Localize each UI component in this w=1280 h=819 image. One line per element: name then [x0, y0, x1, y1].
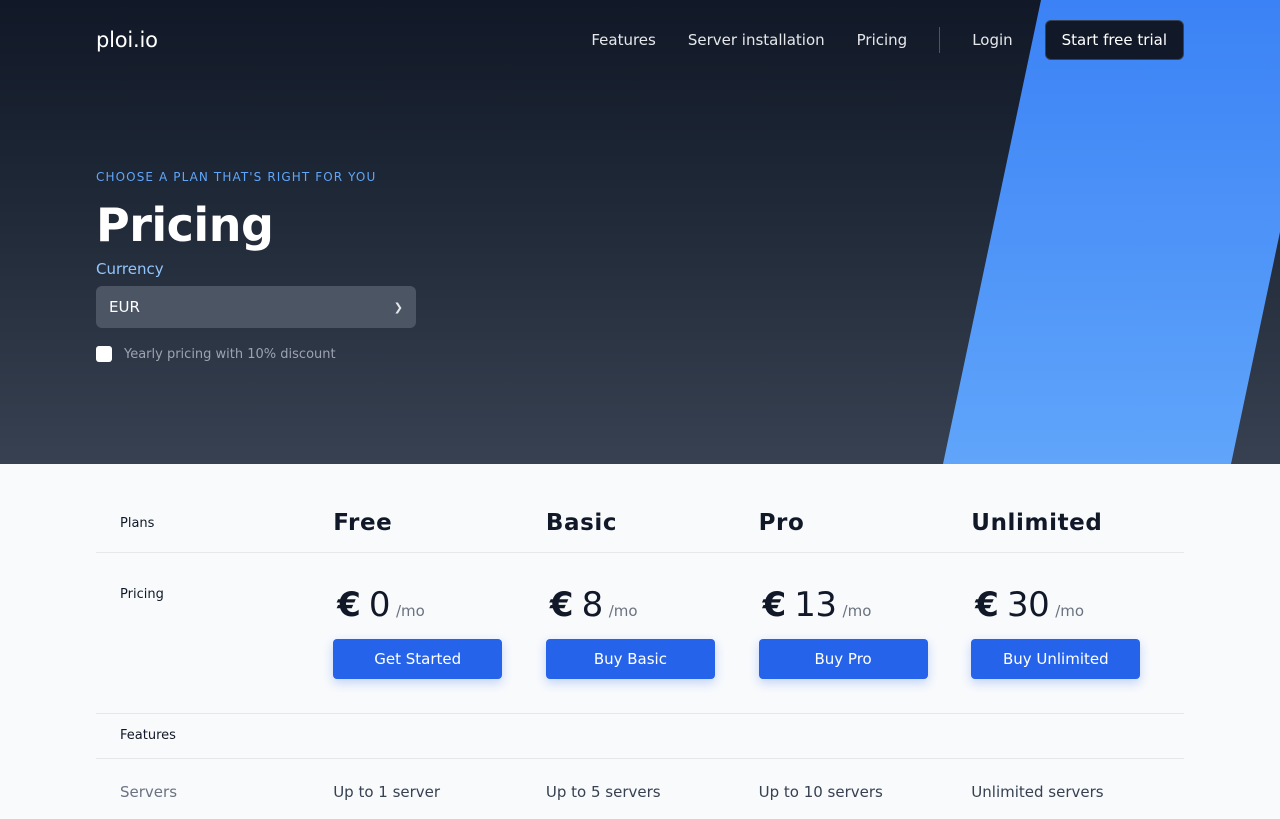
- yearly-pricing-label[interactable]: Yearly pricing with 10% discount: [124, 347, 336, 362]
- page-title: Pricing: [96, 198, 274, 252]
- currency-symbol: €: [337, 585, 361, 625]
- price-period: /mo: [396, 602, 425, 620]
- servers-free: Up to 1 server: [333, 783, 441, 801]
- hero-eyebrow: Choose a plan that's right for you: [96, 170, 377, 184]
- plan-name-basic: Basic: [545, 510, 618, 536]
- buy-pro-button[interactable]: Buy Pro: [758, 639, 928, 679]
- plan-pro-pricing: € 13 /mo Buy Pro: [758, 553, 972, 713]
- servers-row-label: Servers: [120, 783, 178, 801]
- currency-label: Currency: [96, 260, 164, 278]
- price-period: /mo: [1055, 602, 1085, 620]
- price-amount: 8: [581, 585, 604, 625]
- features-row-label: Features: [120, 728, 176, 743]
- price-amount: 0: [368, 585, 391, 625]
- nav-divider: [939, 27, 941, 53]
- currency-symbol: €: [762, 585, 787, 625]
- nav-link-pricing[interactable]: Pricing: [857, 31, 908, 49]
- servers-pro: Up to 10 servers: [758, 783, 883, 801]
- nav-link-server-installation[interactable]: Server installation: [688, 31, 825, 49]
- logo[interactable]: ploi.io: [96, 28, 158, 52]
- yearly-pricing-toggle: Yearly pricing with 10% discount: [96, 346, 426, 362]
- hero-content: Choose a plan that's right for you Prici…: [96, 170, 426, 362]
- price-amount: 13: [794, 585, 837, 625]
- plan-unlimited-pricing: € 30 /mo Buy Unlimited: [971, 553, 1184, 713]
- features-row: Features: [96, 714, 1184, 759]
- price-period: /mo: [608, 602, 638, 620]
- yearly-pricing-checkbox[interactable]: [96, 346, 112, 362]
- buy-unlimited-button[interactable]: Buy Unlimited: [971, 639, 1141, 679]
- price-pro: € 13 /mo: [759, 553, 972, 625]
- top-nav: ploi.io Features Server installation Pri…: [96, 20, 1184, 60]
- pricing-row: Pricing € 0 /mo Get Started € 8 /mo Buy …: [96, 553, 1184, 714]
- plan-name-free: Free: [333, 510, 393, 536]
- currency-select-value: EUR: [109, 298, 140, 316]
- pricing-row-label: Pricing: [120, 587, 164, 602]
- nav-link-features[interactable]: Features: [591, 31, 656, 49]
- price-unlimited: € 30 /mo: [971, 553, 1184, 625]
- pricing-table: Plans Free Basic Pro Unlimited Pricing €…: [96, 464, 1184, 819]
- hero-section: ploi.io Features Server installation Pri…: [0, 0, 1280, 464]
- plan-name-unlimited: Unlimited: [971, 510, 1103, 536]
- plans-row: Plans Free Basic Pro Unlimited: [96, 464, 1184, 553]
- price-amount: 30: [1006, 585, 1050, 625]
- servers-unlimited: Unlimited servers: [971, 783, 1104, 801]
- plan-free-pricing: € 0 /mo Get Started: [333, 553, 546, 713]
- buy-basic-button[interactable]: Buy Basic: [545, 639, 715, 679]
- servers-basic: Up to 5 servers: [545, 783, 661, 801]
- plans-row-label: Plans: [120, 516, 155, 531]
- price-free: € 0 /mo: [333, 553, 546, 625]
- currency-symbol: €: [549, 585, 574, 625]
- login-link[interactable]: Login: [972, 31, 1012, 49]
- plan-basic-pricing: € 8 /mo Buy Basic: [545, 553, 759, 713]
- price-period: /mo: [842, 602, 872, 620]
- get-started-button[interactable]: Get Started: [333, 639, 503, 679]
- price-basic: € 8 /mo: [546, 553, 759, 625]
- currency-select[interactable]: EUR ❯: [96, 286, 416, 328]
- servers-row: Servers Up to 1 server Up to 5 servers U…: [96, 759, 1184, 819]
- nav-links: Features Server installation Pricing Log…: [591, 20, 1184, 60]
- start-free-trial-button[interactable]: Start free trial: [1044, 20, 1184, 60]
- currency-symbol: €: [975, 585, 999, 625]
- plan-name-pro: Pro: [758, 510, 805, 536]
- chevron-down-icon: ❯: [393, 300, 403, 314]
